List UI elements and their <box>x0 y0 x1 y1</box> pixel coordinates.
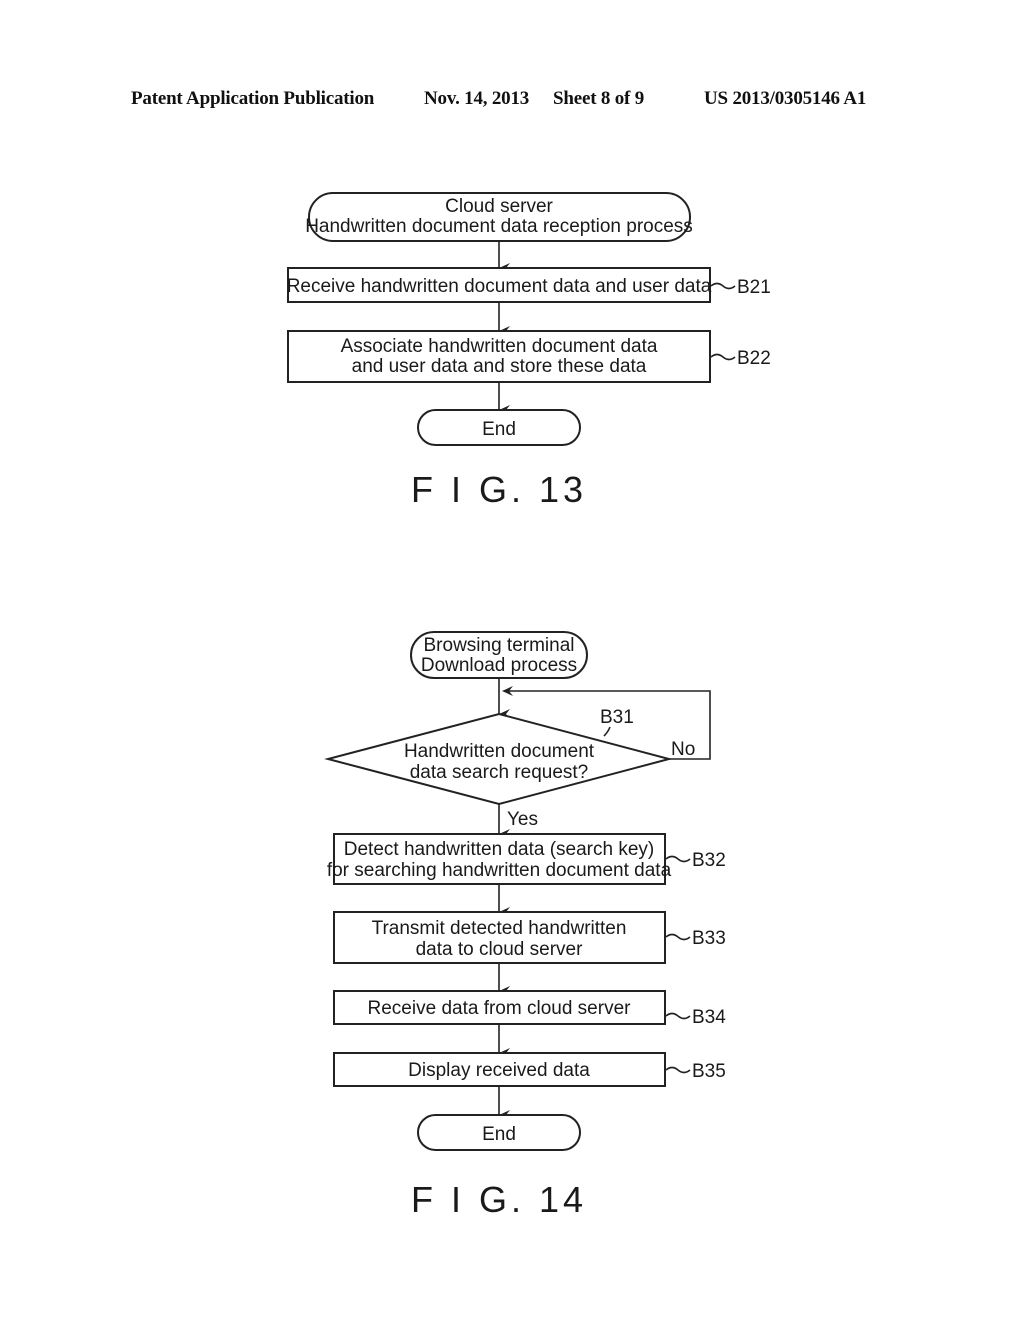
fig14-step-b32-line2: for searching handwritten document data <box>327 860 672 881</box>
fig14-b34-leader <box>665 1012 691 1020</box>
fig13-step-b21: Receive handwritten document data and us… <box>287 267 771 303</box>
fig14-b33-leader <box>665 933 691 941</box>
fig14-end-text: End <box>482 1124 516 1145</box>
fig13-start-line1: Cloud server <box>445 196 553 217</box>
fig14-decision-no-label: No <box>671 739 695 760</box>
fig14-decision-yes-label: Yes <box>507 809 538 830</box>
fig14-start-line1: Browsing terminal <box>424 635 575 656</box>
fig13-caption: F I G. 13 <box>411 469 587 510</box>
fig14-start-terminal: Browsing terminal Download process <box>410 631 588 679</box>
fig13-start-line2: Handwritten document data reception proc… <box>305 216 693 237</box>
fig14-step-b33-line1: Transmit detected handwritten <box>372 918 627 939</box>
fig14-step-b33: Transmit detected handwritten data to cl… <box>333 911 726 964</box>
fig14-decision-line1: Handwritten document <box>404 741 595 762</box>
fig14-b31-leader <box>603 726 611 737</box>
fig14-step-b34-id: B34 <box>692 1007 726 1028</box>
fig14-start-line2: Download process <box>421 655 577 676</box>
fig14-flowchart: Browsing terminal Download process Handw… <box>324 631 726 1220</box>
fig14-decision-id: B31 <box>600 707 634 728</box>
fig14-step-b33-line2: data to cloud server <box>416 939 584 960</box>
flowcharts: Cloud server Handwritten document data r… <box>287 192 771 1220</box>
fig14-decision-line2: data search request? <box>410 762 589 783</box>
fig13-step-b22-line2: and user data and store these data <box>352 356 647 377</box>
fig13-flowchart: Cloud server Handwritten document data r… <box>287 192 771 510</box>
fig14-step-b34: Receive data from cloud server B34 <box>333 990 726 1028</box>
fig13-start-terminal: Cloud server Handwritten document data r… <box>305 192 693 242</box>
fig13-b22-leader <box>710 353 736 361</box>
fig13-b21-leader <box>710 282 736 290</box>
fig14-step-b33-id: B33 <box>692 928 726 949</box>
fig13-step-b22-id: B22 <box>737 348 771 369</box>
fig14-b35-leader <box>665 1066 691 1074</box>
fig14-step-b32: Detect handwritten data (search key) for… <box>327 833 726 885</box>
fig13-step-b21-id: B21 <box>737 277 771 298</box>
fig13-end-text: End <box>482 419 516 440</box>
fig14-decision-b31: Handwritten document data search request… <box>324 707 695 830</box>
fig14-caption: F I G. 14 <box>411 1179 587 1220</box>
fig13-step-b21-text: Receive handwritten document data and us… <box>287 276 712 297</box>
fig14-step-b32-id: B32 <box>692 850 726 871</box>
fig13-step-b22: Associate handwritten document data and … <box>287 330 771 383</box>
fig14-step-b34-text: Receive data from cloud server <box>368 998 632 1019</box>
fig14-step-b35-id: B35 <box>692 1061 726 1082</box>
fig14-step-b35: Display received data B35 <box>333 1052 726 1087</box>
fig14-step-b32-line1: Detect handwritten data (search key) <box>344 839 655 860</box>
fig14-step-b35-text: Display received data <box>408 1060 590 1081</box>
fig13-step-b22-line1: Associate handwritten document data <box>341 336 658 357</box>
fig14-end-terminal: End <box>417 1114 581 1151</box>
fig13-end-terminal: End <box>417 409 581 446</box>
